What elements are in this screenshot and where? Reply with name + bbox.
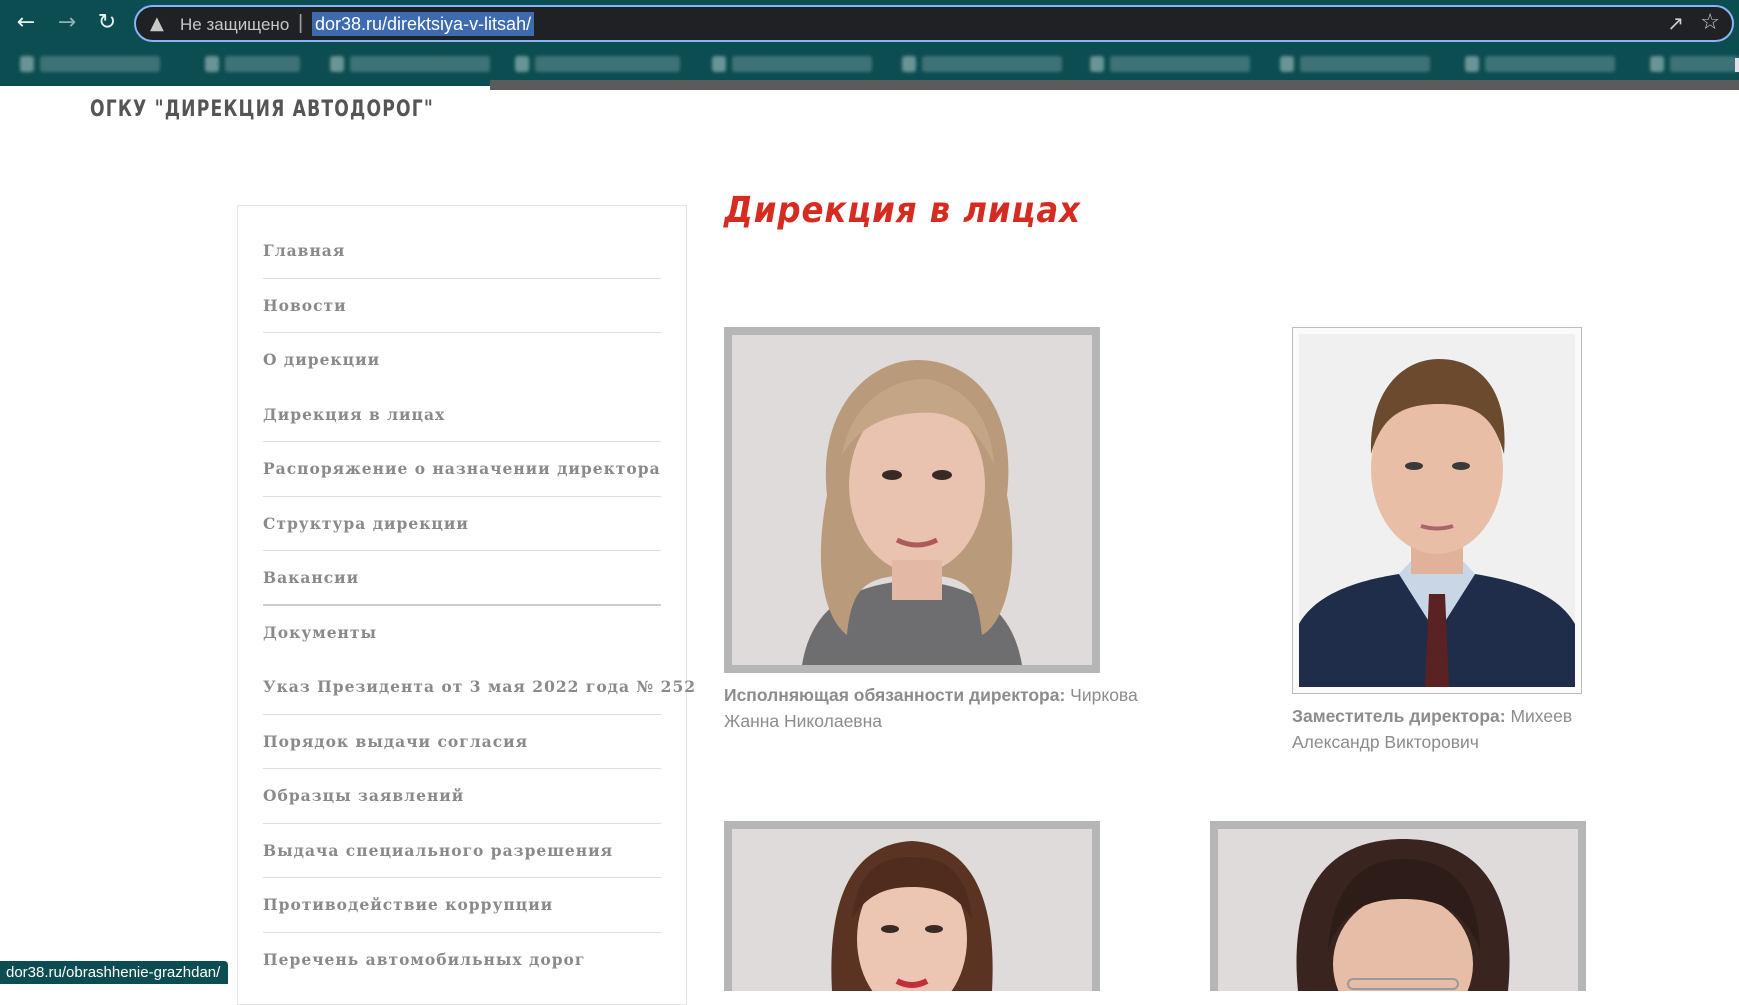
bookmark-item[interactable] <box>1090 56 1250 72</box>
status-bar-url: dor38.ru/obrashhenie-grazhdan/ <box>0 961 229 984</box>
person-caption: Заместитель директора: Михеев Александр … <box>1292 703 1622 755</box>
person-role: Заместитель директора: <box>1292 706 1506 726</box>
sidebar-item-perechen-dorog[interactable]: Перечень автомобильных дорог <box>263 933 661 988</box>
reload-icon[interactable]: ↻ <box>94 10 120 36</box>
sidebar-item-struktura[interactable]: Структура дирекции <box>263 497 661 551</box>
security-label[interactable]: Не защищено <box>180 15 289 35</box>
bookmark-item[interactable] <box>712 56 872 72</box>
forward-arrow-icon[interactable]: → <box>54 10 80 36</box>
bookmark-item[interactable] <box>1465 56 1615 72</box>
person-caption: Исполняющая обязанности директора: Чирко… <box>724 682 1164 734</box>
star-icon[interactable]: ☆ <box>1700 10 1720 35</box>
sidebar-item-direkciya-v-litsah[interactable]: Дирекция в лицах <box>263 388 661 442</box>
bookmark-item[interactable] <box>1280 56 1430 72</box>
person-photo <box>1292 327 1582 694</box>
sidebar-item-specialnoe-razreshenie[interactable]: Выдача специального разрешения <box>263 824 661 878</box>
bookmark-item[interactable] <box>1650 56 1739 72</box>
sidebar-item-dokumenty[interactable]: Документы <box>263 606 661 661</box>
sidebar-item-glavnaya[interactable]: Главная <box>263 224 661 279</box>
separator: | <box>298 12 304 34</box>
sidebar-item-rasporyazhenie[interactable]: Распоряжение о назначении директора <box>263 442 661 497</box>
share-icon[interactable]: ↗ <box>1667 11 1684 35</box>
page-title: Дирекция в лицах <box>724 190 1081 231</box>
sidebar-item-novosti[interactable]: Новости <box>263 279 661 333</box>
bookmark-item[interactable] <box>902 56 1062 72</box>
person-photo <box>1210 821 1586 991</box>
sidebar-item-poryadok-soglasiya[interactable]: Порядок выдачи согласия <box>263 715 661 769</box>
sidebar-item-ukaz-prezidenta[interactable]: Указ Президента от 3 мая 2022 года № 252 <box>263 660 695 715</box>
sidebar-item-obrazcy-zayavleniy[interactable]: Образцы заявлений <box>263 769 661 824</box>
person-photo <box>724 821 1100 991</box>
bookmark-item[interactable] <box>205 56 300 72</box>
bookmark-item[interactable] <box>330 56 490 72</box>
back-arrow-icon[interactable]: ← <box>13 10 39 36</box>
sidebar-item-protivodeystvie-korrupcii[interactable]: Противодействие коррупции <box>263 878 661 933</box>
sidebar-item-vakansii[interactable]: Вакансии <box>263 551 661 606</box>
bookmark-item[interactable] <box>20 56 160 72</box>
address-bar[interactable]: ▲ Не защищено | dor38.ru/direktsiya-v-li… <box>134 5 1734 42</box>
browser-toolbar: ← → ↻ ▲ Не защищено | dor38.ru/direktsiy… <box>0 0 1739 86</box>
site-title[interactable]: ОГКУ "ДИРЕКЦИЯ АВТОДОРОГ" <box>90 97 434 122</box>
bookmarks-overflow[interactable] <box>1735 58 1739 72</box>
warning-icon[interactable]: ▲ <box>150 13 164 34</box>
person-photo <box>724 327 1100 673</box>
header-strip <box>490 80 1739 90</box>
sidebar-nav: Главная Новости О дирекции Дирекция в ли… <box>237 205 695 1005</box>
url-text[interactable]: dor38.ru/direktsiya-v-litsah/ <box>312 12 535 36</box>
bookmarks-bar <box>0 50 1739 80</box>
bookmark-item[interactable] <box>515 56 680 72</box>
person-role: Исполняющая обязанности директора: <box>724 685 1066 705</box>
sidebar-item-o-direkcii[interactable]: О дирекции <box>263 333 661 388</box>
sidebar-menu: Главная Новости О дирекции Дирекция в ли… <box>263 224 695 988</box>
